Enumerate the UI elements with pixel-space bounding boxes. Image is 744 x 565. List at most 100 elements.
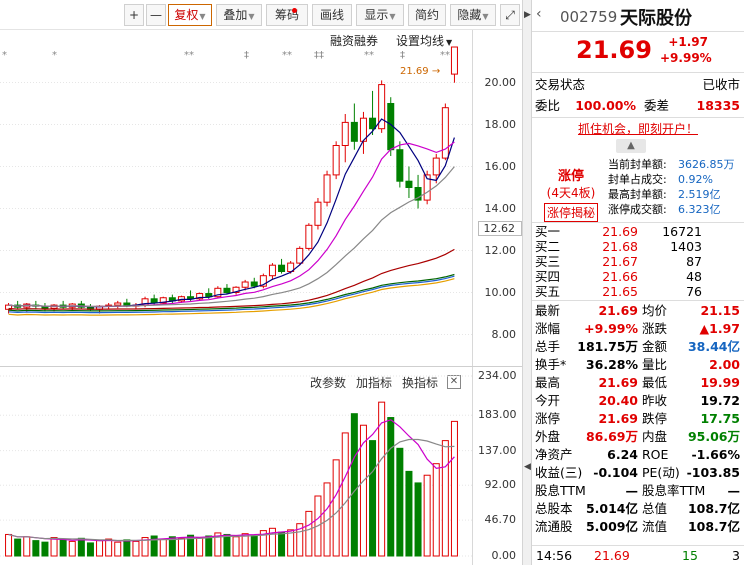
hide-label: 隐藏 <box>457 8 482 22</box>
volume-bar <box>159 538 167 557</box>
stat-value: 38.44亿 <box>687 339 740 354</box>
bid-price: 21.66 <box>602 269 638 284</box>
stat-value: 19.72 <box>700 393 740 408</box>
chevron-down-icon: ▼ <box>199 12 206 21</box>
volume-bar <box>305 510 313 557</box>
stat-value: 21.69 <box>598 303 638 318</box>
volume-bar <box>177 537 185 557</box>
candle <box>241 281 249 288</box>
volume-bar <box>396 447 404 557</box>
volume-axis-tick: 46.70 <box>484 513 517 527</box>
draw-button[interactable]: 画线 <box>312 4 352 26</box>
price-change-pct: +9.99% <box>660 51 712 65</box>
volume-bar <box>223 533 231 557</box>
overlay-button[interactable]: 叠加▼ <box>216 4 262 26</box>
stat-value: — <box>727 483 741 498</box>
previous-stock-icon[interactable]: ‹ <box>536 6 542 22</box>
stat-label: 今开 <box>535 393 561 408</box>
chevron-down-icon: ▼ <box>482 12 489 21</box>
stat-label: 跌停 <box>642 411 668 426</box>
seal-row: 最高封单额: 2.519亿 <box>608 187 744 202</box>
stat-label: 最高 <box>535 375 561 390</box>
seal-value: 0.92% <box>678 173 713 186</box>
volume-axis-tick: 92.00 <box>484 478 517 492</box>
collapse-arrow-icon[interactable]: ▶ <box>524 10 531 20</box>
stat-row: 换手* 36.28% 量比 2.00 <box>532 356 744 374</box>
simple-button[interactable]: 简约 <box>408 4 446 26</box>
divider <box>532 300 744 301</box>
volume-bar <box>196 537 204 557</box>
candle <box>250 281 258 287</box>
seal-label: 当前封单额: <box>608 158 667 171</box>
stat-value: -103.85 <box>686 465 740 480</box>
volume-bar <box>441 440 449 557</box>
tick-price: 21.69 <box>594 548 630 563</box>
stat-label: 换手* <box>535 357 567 372</box>
volume-bar <box>77 537 85 557</box>
hide-button[interactable]: 隐藏▼ <box>450 4 496 26</box>
stock-code: 002759 <box>560 8 618 26</box>
price-axis-tick: 18.00 <box>484 117 517 131</box>
seal-value: 6.323亿 <box>678 203 721 216</box>
bid-row[interactable]: 买五 21.65 76 <box>532 284 744 299</box>
stat-value: 108.7亿 <box>687 501 740 516</box>
bid-label: 买二 <box>535 239 561 254</box>
panel-divider[interactable] <box>0 366 522 367</box>
stat-value: 20.40 <box>598 393 638 408</box>
price-axis-tick: 20.00 <box>484 75 517 89</box>
stat-row: 流通股 5.009亿 流值 108.7亿 <box>532 518 744 536</box>
chips-button[interactable]: 筹码 <box>266 4 308 26</box>
bid-row[interactable]: 买四 21.66 48 <box>532 269 744 284</box>
candle <box>278 264 286 272</box>
stat-label: 股息TTM <box>535 483 586 498</box>
candle <box>305 224 313 249</box>
stat-row: 股息TTM — 股息率TTM — <box>532 482 744 500</box>
bid-row[interactable]: 买三 21.67 87 <box>532 254 744 269</box>
bid-volume: 1403 <box>670 239 702 254</box>
expand-icon[interactable]: ⤢ <box>500 4 520 26</box>
bid-price: 21.67 <box>602 254 638 269</box>
moving-average-line <box>8 248 455 310</box>
display-button[interactable]: 显示▼ <box>356 4 404 26</box>
panel-splitter[interactable]: ▶ ◀ <box>522 0 532 565</box>
chevron-up-icon[interactable]: ▲ <box>616 139 646 153</box>
bid-label: 买三 <box>535 254 561 269</box>
volume-bar <box>387 417 395 557</box>
expand-arrow-icon[interactable]: ◀ <box>524 462 531 472</box>
volume-bar <box>32 540 40 557</box>
stat-value: 95.06万 <box>687 429 740 444</box>
price-change-block: +1.97 +9.99% <box>660 34 712 66</box>
seal-value: 3626.85万 <box>678 158 735 171</box>
open-account-link[interactable]: 抓住机会，即刻开户！ <box>532 119 744 139</box>
current-price-axis-label: 12.62 <box>478 221 522 236</box>
overlay-label: 叠加 <box>223 8 248 22</box>
bid-row[interactable]: 买一 21.69 16721 <box>532 224 744 239</box>
volume-axis-tick: 0.00 <box>491 549 517 562</box>
zoom-in-button[interactable]: + <box>124 4 144 26</box>
bid-label: 买四 <box>535 269 561 284</box>
volume-bar <box>241 533 249 557</box>
volume-bar <box>14 538 22 557</box>
stat-label: 最低 <box>642 375 668 390</box>
bid-row[interactable]: 买二 21.68 1403 <box>532 239 744 254</box>
stat-label: 均价 <box>642 303 668 318</box>
candle <box>268 264 276 277</box>
stat-value: 19.99 <box>700 375 740 390</box>
tick-time: 14:56 <box>536 548 573 563</box>
candle <box>450 46 458 75</box>
bid-price: 21.68 <box>602 239 638 254</box>
kline-chart-area[interactable]: + — 复权▼ 叠加▼ 筹码 画线 显示▼ 简约 隐藏▼ ⤢ 融资融券 设置均线 ▼ * * ** ‡ **… <box>0 0 522 565</box>
zoom-out-label: — <box>150 8 162 22</box>
adjust-button[interactable]: 复权▼ <box>168 4 212 26</box>
volume-bar <box>232 536 240 557</box>
stat-value: 21.15 <box>700 303 740 318</box>
zoom-in-label: + <box>128 8 140 22</box>
candle <box>350 121 358 142</box>
volume-bar <box>450 420 458 557</box>
limit-up-reveal-button[interactable]: 涨停揭秘 <box>543 203 598 222</box>
zoom-out-button[interactable]: — <box>146 4 166 26</box>
volume-bar <box>50 537 58 557</box>
stat-value: +9.99% <box>584 321 638 336</box>
limit-up-streak: (4天4板) <box>546 186 596 200</box>
quote-panel: ‹ 002759 天际股份 21.69 +1.97 +9.99% 交易状态 已收… <box>532 0 744 565</box>
